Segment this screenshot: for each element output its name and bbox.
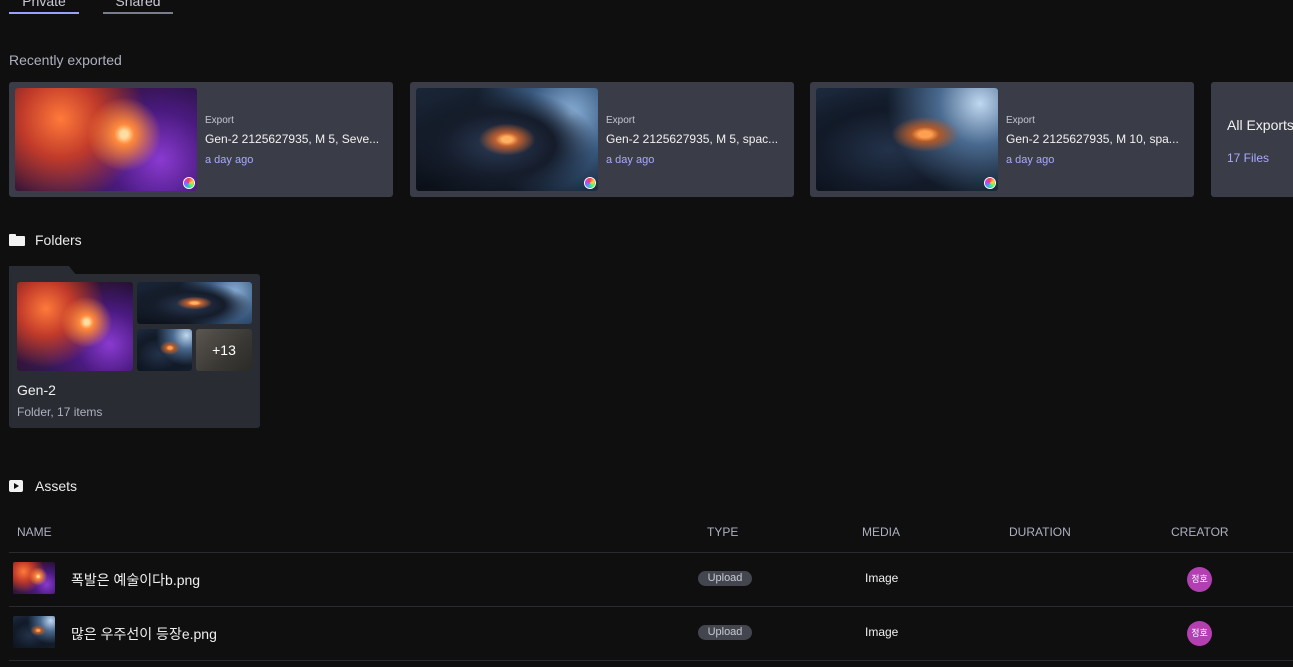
all-exports-count: 17 Files <box>1227 151 1270 165</box>
folder-more-count: +13 <box>196 329 252 371</box>
assets-title: Assets <box>35 478 78 494</box>
folder-thumbnail <box>137 282 252 324</box>
export-thumbnail <box>816 88 998 191</box>
export-card[interactable]: Export Gen-2 2125627935, M 5, Seve... a … <box>9 82 393 197</box>
folder-name: Gen-2 <box>17 382 56 398</box>
assets-table-header: NAME TYPE MEDIA DURATION CREATOR <box>9 520 1293 553</box>
type-badge: Upload <box>698 625 752 640</box>
asset-thumbnail <box>13 616 55 648</box>
table-row[interactable]: 폭발은 예술이다b.png Upload Image 정호 <box>9 553 1293 607</box>
avatar[interactable]: 정호 <box>1187 567 1212 592</box>
column-duration[interactable]: DURATION <box>1009 525 1071 539</box>
view-tabs: Private Shared <box>9 0 173 14</box>
color-wheel-icon <box>585 178 595 188</box>
all-exports-title: All Exports <box>1227 117 1293 133</box>
column-media[interactable]: MEDIA <box>862 525 900 539</box>
all-exports-card[interactable]: All Exports 17 Files <box>1211 82 1293 197</box>
tab-shared[interactable]: Shared <box>103 0 173 14</box>
column-type[interactable]: TYPE <box>707 525 738 539</box>
export-label: Export <box>205 115 234 126</box>
export-name: Gen-2 2125627935, M 5, Seve... <box>205 132 380 146</box>
recently-exported-title: Recently exported <box>9 52 122 68</box>
column-name[interactable]: NAME <box>17 525 52 539</box>
export-name: Gen-2 2125627935, M 5, spac... <box>606 132 779 146</box>
export-time: a day ago <box>1006 154 1055 166</box>
folder-thumbnail <box>17 282 133 371</box>
folders-heading: Folders <box>9 232 82 248</box>
color-wheel-icon <box>184 178 194 188</box>
export-name: Gen-2 2125627935, M 10, spa... <box>1006 132 1179 146</box>
export-card[interactable]: Export Gen-2 2125627935, M 5, spac... a … <box>410 82 794 197</box>
asset-name: 많은 우주선이 등장e.png <box>71 626 217 642</box>
assets-heading: Assets <box>9 478 77 494</box>
export-time: a day ago <box>606 154 655 166</box>
video-play-icon <box>9 480 23 492</box>
export-time: a day ago <box>205 154 254 166</box>
color-wheel-icon <box>985 178 995 188</box>
type-badge: Upload <box>698 571 752 586</box>
asset-media: Image <box>865 625 899 639</box>
export-label: Export <box>606 115 635 126</box>
export-label: Export <box>1006 115 1035 126</box>
table-row[interactable]: 많은 우주선이 등장e.png Upload Image 정호 <box>9 607 1293 661</box>
asset-media: Image <box>865 571 899 585</box>
tab-private[interactable]: Private <box>9 0 79 14</box>
folder-thumbnail <box>137 329 192 371</box>
export-thumbnail <box>416 88 598 191</box>
export-card[interactable]: Export Gen-2 2125627935, M 10, spa... a … <box>810 82 1194 197</box>
asset-thumbnail <box>13 562 55 594</box>
folder-info: Folder, 17 items <box>17 405 103 419</box>
avatar[interactable]: 정호 <box>1187 621 1212 646</box>
folders-title: Folders <box>35 232 82 248</box>
column-creator[interactable]: CREATOR <box>1171 525 1229 539</box>
asset-name: 폭발은 예술이다b.png <box>71 572 201 588</box>
folder-icon <box>9 234 25 246</box>
folder-card-gen-2[interactable]: +13 Gen-2 Folder, 17 items <box>9 274 260 428</box>
export-thumbnail <box>15 88 197 191</box>
